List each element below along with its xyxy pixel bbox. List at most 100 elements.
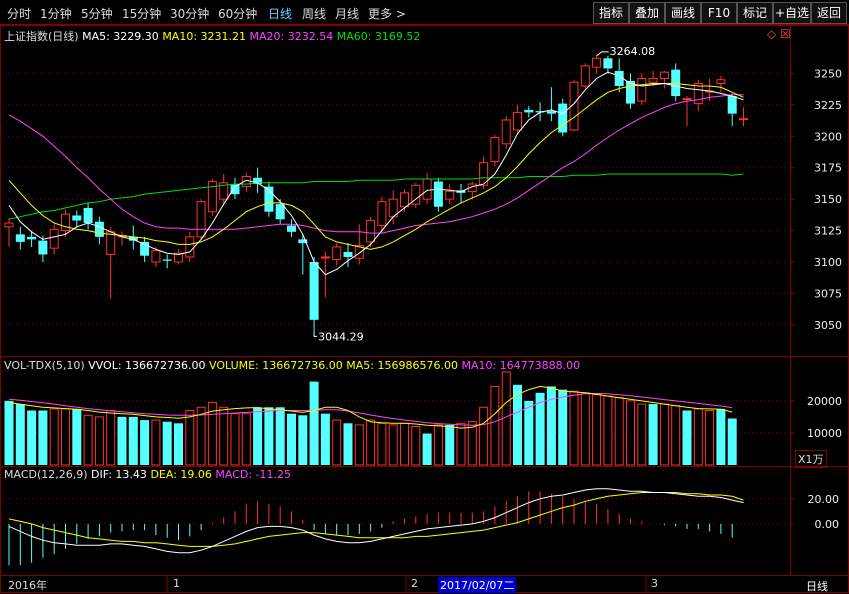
volume-bar <box>682 410 692 465</box>
volume-bar <box>83 414 93 466</box>
volume-bar <box>287 413 296 465</box>
volume-bar <box>467 421 477 466</box>
candle <box>524 109 534 113</box>
volume-bar <box>490 385 500 466</box>
high-marker <box>596 51 609 57</box>
candle <box>490 137 500 162</box>
volume-tick-label: 20000 <box>807 395 842 408</box>
volume-bar <box>524 400 534 465</box>
volume-bar <box>72 408 82 465</box>
volume-bar <box>309 381 319 465</box>
bottom-period-label: 日线 <box>806 580 828 593</box>
index-title: 上证指数(日线) <box>4 30 79 43</box>
candle <box>151 250 161 263</box>
volume-bar <box>320 413 330 465</box>
candle <box>275 204 285 220</box>
ma60-line <box>8 173 744 220</box>
macd-title: MACD(12,26,9) <box>4 468 88 481</box>
candle <box>230 184 240 195</box>
collapse-icon[interactable]: ◇ ☒ <box>767 27 791 41</box>
macd-value: MACD: -11.25 <box>215 468 292 481</box>
high-annotation: 3264.08 <box>610 45 656 58</box>
price-tick-label: 3075 <box>814 287 842 300</box>
volume-bar <box>15 404 25 465</box>
volume-bar <box>275 407 285 465</box>
candle <box>603 58 613 69</box>
x-label-feb: 2 <box>411 577 418 590</box>
candle <box>513 111 522 131</box>
candle <box>61 213 70 232</box>
vol-ma5-value: MA5: 156986576.00 <box>346 359 458 372</box>
volume-bar <box>445 424 455 465</box>
volume-bar <box>332 419 342 466</box>
price-tick-label: 3150 <box>814 193 842 206</box>
macd-tick-label: 20.00 <box>808 493 840 506</box>
ma60-value: MA60: 3169.52 <box>336 30 421 43</box>
volume-legend: VOL-TDX(5,10) VVOL: 136672736.00 VOLUME:… <box>4 359 580 372</box>
volume-bar <box>162 421 172 465</box>
x-cursor-date: 2017/02/07二 <box>438 577 517 593</box>
price-tick-label: 3175 <box>814 162 842 175</box>
volume-bar <box>343 423 353 465</box>
price-tick-label: 3050 <box>814 319 842 332</box>
volume-bar <box>27 410 37 465</box>
candle <box>94 221 104 237</box>
candle <box>433 181 443 207</box>
candle <box>49 228 59 249</box>
candle <box>501 119 511 145</box>
volume-bar <box>479 406 489 466</box>
x-label-mar: 3 <box>651 577 658 590</box>
candle <box>185 236 195 258</box>
candle <box>83 207 93 224</box>
volume-bar <box>592 393 602 466</box>
candle <box>287 225 296 232</box>
candle <box>716 79 726 84</box>
volume-bar <box>580 392 590 466</box>
candle <box>637 77 647 102</box>
kline-chart[interactable]: 3050 3075 3100 3125 3150 3175 3200 3225 3250 3264… <box>0 0 849 594</box>
dea-value: DEA: 19.06 <box>150 468 212 481</box>
volume-bar <box>4 400 14 465</box>
low-marker <box>313 332 318 337</box>
candle <box>343 251 353 257</box>
candle <box>366 220 376 243</box>
volume-bar <box>400 422 409 466</box>
candle <box>659 71 669 79</box>
volume-bar <box>264 407 274 465</box>
volume-bar <box>693 408 703 466</box>
volume-value: VOLUME: 136672736.00 <box>209 359 343 372</box>
candle <box>15 234 25 242</box>
volume-bar <box>38 410 48 465</box>
ma10-value: MA10: 3231.21 <box>162 30 247 43</box>
volume-bar <box>140 420 150 465</box>
volume-bar <box>433 424 443 466</box>
ma20-line <box>8 94 744 234</box>
candle <box>196 201 206 238</box>
volume-bar <box>253 407 263 465</box>
volume-bar <box>411 426 421 466</box>
volume-bar <box>456 422 466 466</box>
ma5-value: MA5: 3229.30 <box>82 30 159 43</box>
vol-title: VOL-TDX(5,10) <box>4 359 85 372</box>
candle <box>682 98 692 101</box>
candle <box>546 111 556 114</box>
volume-bar <box>626 400 635 466</box>
volume-bar <box>354 424 364 466</box>
candle <box>106 231 116 255</box>
candle <box>72 215 82 221</box>
volume-unit-label: X1万 <box>795 450 827 468</box>
volume-bar <box>377 422 387 466</box>
candle <box>422 178 432 200</box>
volume-bar <box>388 424 398 466</box>
volume-bar <box>106 409 116 466</box>
volume-bar <box>174 423 183 465</box>
candle <box>309 262 319 320</box>
price-tick-label: 3225 <box>814 99 842 112</box>
candle <box>400 192 409 208</box>
price-tick-label: 3250 <box>814 67 842 80</box>
x-label-jan: 1 <box>173 577 180 590</box>
volume-bar <box>422 433 432 465</box>
candle <box>377 201 387 227</box>
price-tick-label: 3200 <box>814 130 842 143</box>
volume-bar <box>614 397 624 466</box>
